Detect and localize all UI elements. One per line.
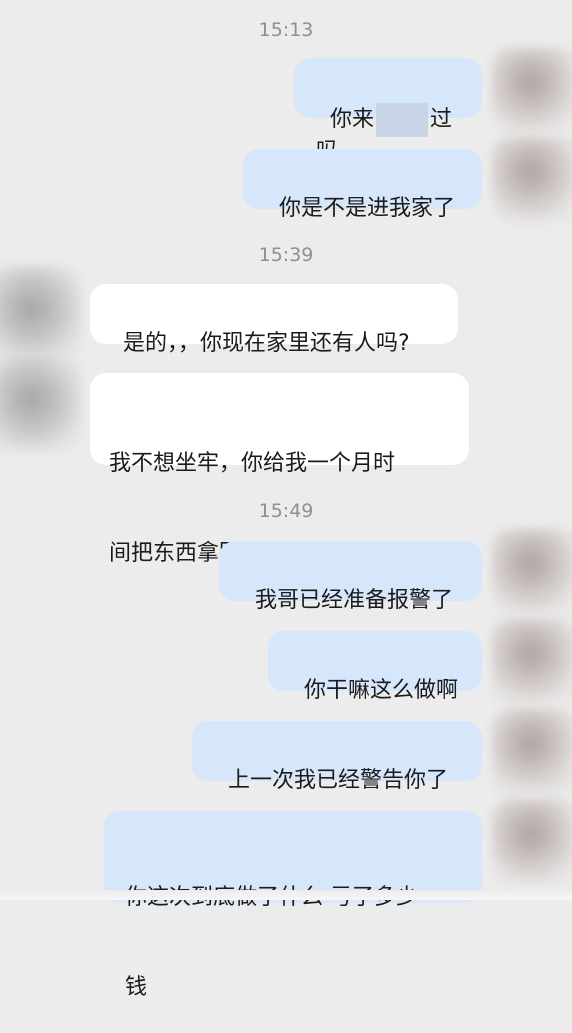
message-text: 是的，，你现在家里还有人吗? bbox=[123, 331, 410, 356]
chat-screen: { "chat": { "timestamps": ["15:13", "15:… bbox=[0, 0, 572, 1000]
message-text: 上一次我已经警告你了 bbox=[228, 768, 449, 793]
contact-avatar[interactable] bbox=[492, 48, 572, 134]
message-text: 你干嘛这么做啊 bbox=[304, 678, 459, 703]
message-bubble-incoming[interactable]: 是的，，你现在家里还有人吗? bbox=[90, 284, 458, 356]
screen-bottom-edge bbox=[0, 890, 572, 900]
message-bubble-outgoing[interactable]: 上一次我已经警告你了 bbox=[192, 721, 482, 793]
message-bubble-incoming[interactable]: 我不想坐牢，你给我一个月时 间把东西拿回来行吗? bbox=[90, 373, 469, 566]
message-bubble-outgoing[interactable]: 你是不是进我家了 bbox=[243, 149, 482, 221]
contact-avatar[interactable] bbox=[492, 619, 572, 705]
sender-avatar[interactable] bbox=[0, 356, 82, 452]
sender-avatar[interactable] bbox=[0, 266, 82, 362]
message-text: 你来 bbox=[330, 107, 375, 132]
message-text-line: 我不想坐牢，你给我一个月时 bbox=[109, 451, 396, 476]
message-bubble-outgoing[interactable]: 你来过吗 bbox=[294, 58, 482, 164]
message-text: 你是不是进我家了 bbox=[279, 196, 456, 221]
redacted-text bbox=[376, 103, 429, 137]
contact-avatar[interactable] bbox=[492, 799, 572, 885]
contact-avatar[interactable] bbox=[492, 529, 572, 615]
contact-avatar[interactable] bbox=[492, 137, 572, 223]
contact-avatar[interactable] bbox=[492, 709, 572, 795]
timestamp: 15:49 bbox=[258, 500, 314, 522]
message-text-line: 钱 bbox=[125, 975, 148, 1000]
message-bubble-outgoing[interactable]: 你干嘛这么做啊 bbox=[268, 631, 482, 703]
message-bubble-outgoing[interactable]: 我哥已经准备报警了 bbox=[219, 541, 482, 613]
timestamp: 15:13 bbox=[258, 19, 314, 41]
message-text: 我哥已经准备报警了 bbox=[255, 588, 454, 613]
timestamp: 15:39 bbox=[258, 244, 314, 266]
